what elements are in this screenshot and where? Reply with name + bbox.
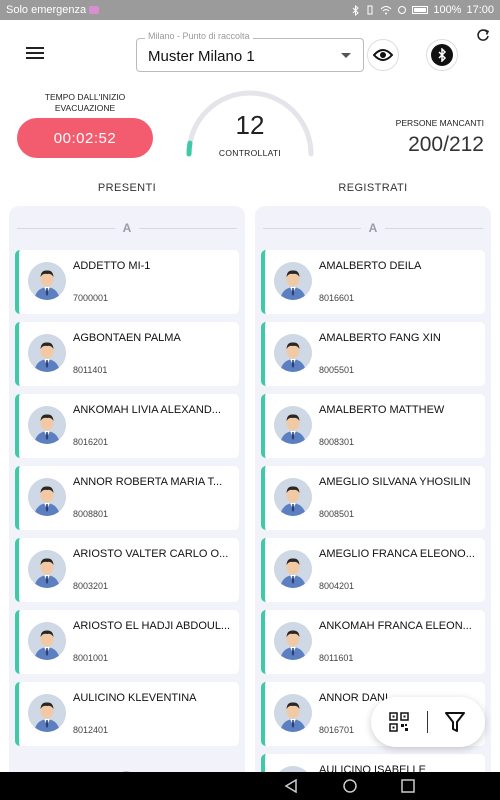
battery-icon [412,6,429,14]
notification-icon [89,6,100,14]
bluetooth-status-icon [352,4,360,16]
person-name: ANKOMAH FRANCA ELEON... [319,620,472,632]
action-divider [427,711,428,733]
avatar [274,622,312,660]
person-id: 8004201 [319,581,355,591]
person-card[interactable]: AMALBERTO DEILA 8016601 [261,250,485,314]
avatar [28,694,66,732]
person-card[interactable]: ADDETTO MI-1 7000001 [15,250,239,314]
person-name: AULICINO KLEVENTINA [73,692,197,704]
person-card[interactable]: AMEGLIO FRANCA ELEONO... 8004201 [261,538,485,602]
avatar [28,478,66,516]
bluetooth-icon[interactable] [426,39,458,71]
system-nav-bar [0,772,500,800]
action-bar [371,697,485,747]
avatar [274,478,312,516]
person-name: ADDETTO MI-1 [73,260,151,272]
person-id: 8003201 [73,581,109,591]
person-card[interactable]: ANNOR ROBERTA MARIA T... 8008801 [15,466,239,530]
person-name: ANKOMAH LIVIA ALEXAND... [73,404,221,416]
collection-point-select[interactable]: Milano - Punto di raccolta Muster Milano… [136,31,364,72]
timer-label: TEMPO DALL'INIZIO EVACUAZIONE [44,92,126,113]
home-icon[interactable] [343,779,357,793]
person-name: ARIOSTO EL HADJI ABDOUL... [73,620,231,632]
person-id: 7000001 [73,293,109,303]
present-list[interactable]: A ADDETTO MI-1 7000001 AGBONTAEN PALMA 8011… [9,206,245,786]
evacuation-timer: 00:02:52 [17,118,153,158]
alarm-icon [398,6,407,14]
clock-label: 17:00 [466,4,494,16]
person-name: AMEGLIO FRANCA ELEONO... [319,548,475,560]
vibrate-icon [367,5,373,15]
refresh-icon[interactable] [476,28,490,42]
person-name: AMEGLIO SILVANA YHOSILIN [319,476,471,488]
checked-count: 12 [235,110,265,140]
missing-value: 200/212 [408,133,484,156]
avatar [274,334,312,372]
missing-label: PERSONE MANCANTI [395,118,484,128]
avatar [28,262,66,300]
avatar [274,550,312,588]
present-title: PRESENTI [97,182,157,194]
avatar [274,406,312,444]
person-id: 8001001 [73,653,109,663]
filter-icon[interactable] [445,711,465,733]
person-card[interactable]: AGBONTAEN PALMA 8011401 [15,322,239,386]
avatar [28,334,66,372]
avatar [28,622,66,660]
person-id: 8008801 [73,509,109,519]
section-header: A [9,206,245,250]
person-id: 8005501 [319,365,355,375]
avatar [28,406,66,444]
collection-point-legend: Milano - Punto di raccolta [145,31,253,41]
person-id: 8016701 [319,725,355,735]
avatar [28,550,66,588]
hamburger-icon[interactable] [24,44,46,64]
person-card[interactable]: ARIOSTO VALTER CARLO O... 8003201 [15,538,239,602]
person-card[interactable]: ANKOMAH FRANCA ELEON... 8011601 [261,610,485,674]
avatar [274,262,312,300]
person-card[interactable]: AMALBERTO MATTHEW 8008301 [261,394,485,458]
qr-code-icon[interactable] [389,712,409,732]
person-id: 8011401 [73,365,108,375]
person-name: AGBONTAEN PALMA [73,332,181,344]
person-card[interactable]: AMEGLIO SILVANA YHOSILIN 8008501 [261,466,485,530]
person-id: 8008301 [319,437,355,447]
recents-icon[interactable] [401,779,415,793]
person-name: ANNOR ROBERTA MARIA T... [73,476,223,488]
wifi-icon [380,6,392,15]
carrier-label: Solo emergenza [6,4,87,16]
collection-point-value: Muster Milano 1 [148,48,255,65]
section-header: A [255,206,491,250]
person-name: AMALBERTO DEILA [319,260,422,272]
person-id: 8016601 [319,293,355,303]
avatar [274,694,312,732]
person-card[interactable]: ARIOSTO EL HADJI ABDOUL... 8001001 [15,610,239,674]
status-bar: Solo emergenza 100% 17:00 [0,0,500,20]
checked-label: CONTROLLATI [218,148,282,158]
person-id: 8016201 [73,437,109,447]
eye-icon[interactable] [367,39,399,71]
person-card[interactable]: AULICINO KLEVENTINA 8012401 [15,682,239,746]
person-id: 8011601 [319,653,354,663]
person-name: ARIOSTO VALTER CARLO O... [73,548,229,560]
registered-title: REGISTRATI [338,182,408,194]
person-card[interactable]: ANKOMAH LIVIA ALEXAND... 8016201 [15,394,239,458]
person-id: 8012401 [73,725,109,735]
person-card[interactable]: AMALBERTO FANG XIN 8005501 [261,322,485,386]
person-name: AMALBERTO FANG XIN [319,332,441,344]
person-id: 8008501 [319,509,355,519]
battery-label: 100% [433,4,462,16]
back-icon[interactable] [284,779,298,793]
caret-down-icon [341,53,351,58]
person-name: AMALBERTO MATTHEW [319,404,445,416]
